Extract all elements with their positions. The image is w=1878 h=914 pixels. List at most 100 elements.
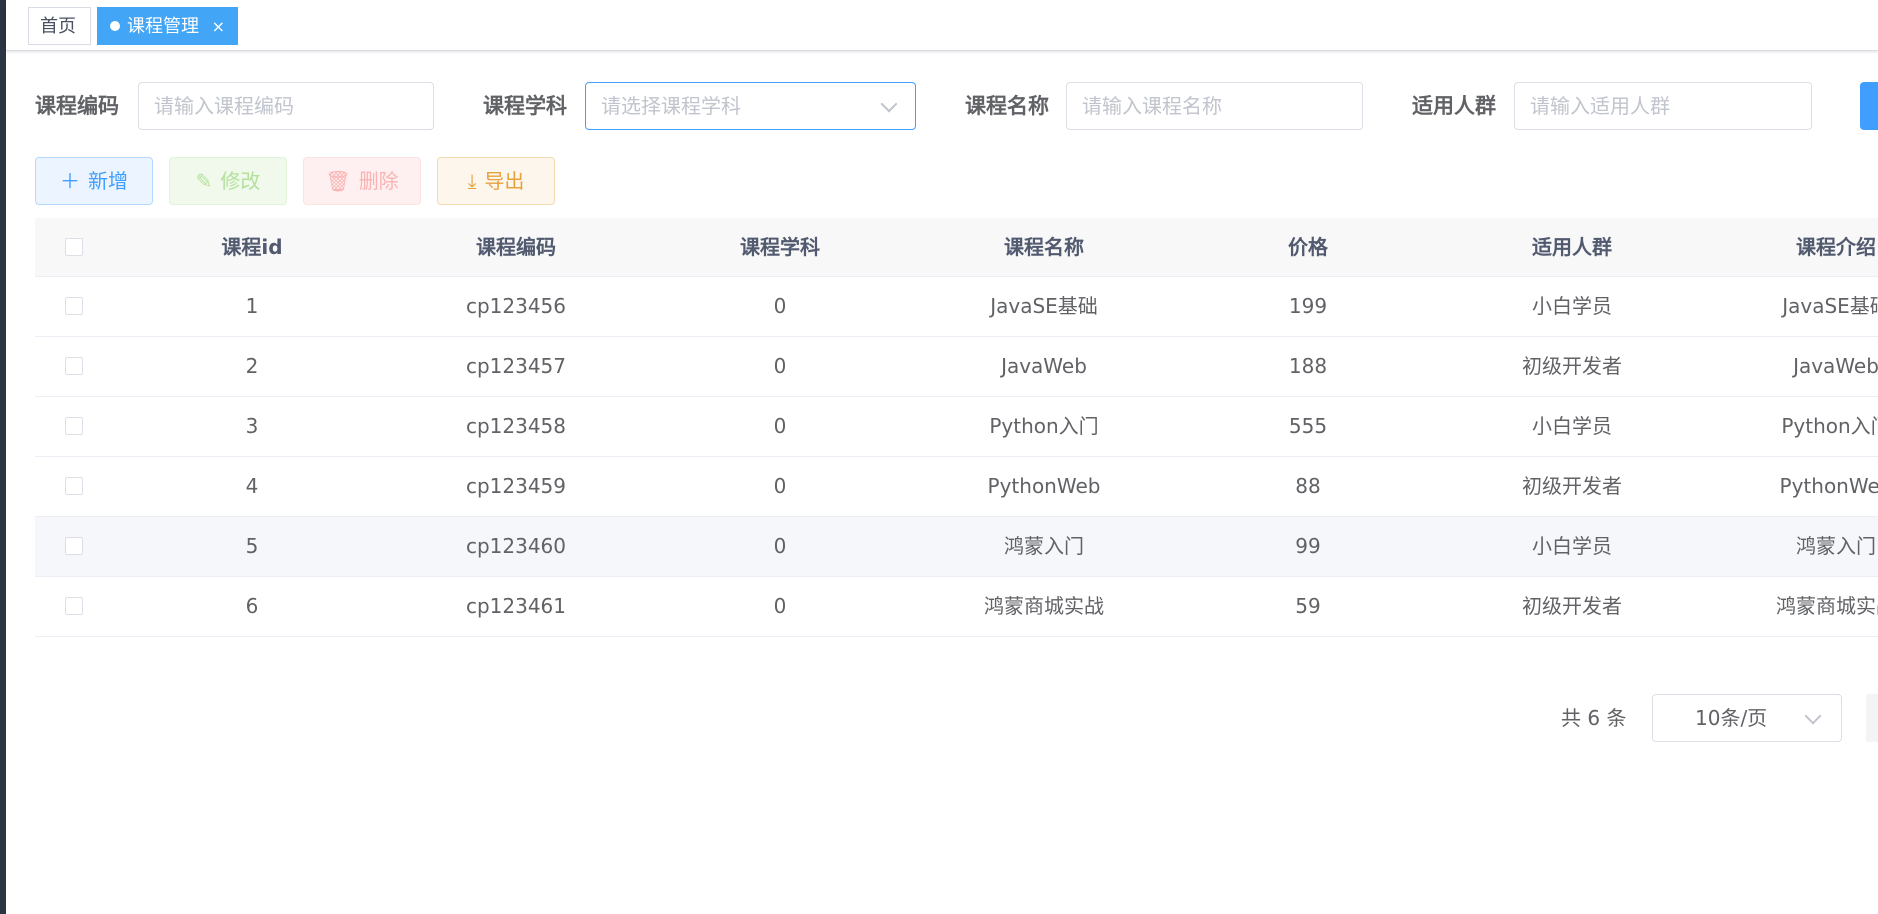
row-checkbox[interactable] [65, 417, 83, 435]
table-header: 课程id 课程编码 课程学科 课程名称 价格 适用人群 课程介绍 [35, 218, 1878, 277]
row-checkbox[interactable] [65, 597, 83, 615]
page-size-select[interactable]: 10条/页 [1652, 694, 1842, 742]
course-code-input[interactable]: 请输入课程编码 [138, 82, 434, 130]
add-label: 新增 [88, 169, 128, 193]
row-checkbox[interactable] [65, 297, 83, 315]
course-name-placeholder: 请输入课程名称 [1082, 94, 1222, 118]
chevron-down-icon [1804, 707, 1822, 725]
table-cell: 3 [245, 414, 259, 438]
select-all-checkbox[interactable] [65, 238, 83, 256]
table-cell: 0 [773, 414, 787, 438]
table-cell: 0 [773, 294, 787, 318]
column-header[interactable]: 课程名称 [948, 218, 1140, 276]
sidebar-edge [0, 0, 6, 914]
column-header[interactable]: 课程编码 [420, 218, 612, 276]
table-cell: 0 [773, 594, 787, 618]
table-row[interactable]: 6 cp123461 0 鸿蒙商城实战 59 初级开发者 鸿蒙商城实战 [35, 577, 1878, 637]
table-cell: 0 [773, 474, 787, 498]
table-cell: 鸿蒙入门 [1796, 534, 1876, 558]
course-code-label: 课程编码 [35, 94, 119, 118]
table-row[interactable]: 1 cp123456 0 JavaSE基础 199 小白学员 JavaSE基础 [35, 277, 1878, 337]
course-name-label: 课程名称 [965, 94, 1049, 118]
table-cell: 0 [773, 534, 787, 558]
chevron-down-icon [880, 95, 898, 113]
table-cell: 555 [1288, 414, 1328, 438]
course-code-placeholder: 请输入课程编码 [154, 94, 294, 118]
table-cell: 59 [1295, 594, 1321, 618]
table-cell: 鸿蒙商城实战 [984, 594, 1104, 618]
table-cell: cp123461 [465, 594, 567, 618]
tags-view-bar: 首页 课程管理 × [6, 0, 1878, 51]
row-checkbox[interactable] [65, 537, 83, 555]
active-dot-icon [110, 21, 120, 31]
table-cell: 199 [1288, 294, 1328, 318]
edit-button[interactable]: ✎ 修改 [169, 157, 287, 205]
table-cell: 初级开发者 [1522, 354, 1622, 378]
tag-home-label: 首页 [40, 16, 76, 37]
table-cell: 小白学员 [1532, 534, 1612, 558]
table-cell: JavaWeb [1793, 354, 1878, 378]
add-button[interactable]: ＋ 新增 [35, 157, 153, 205]
table-cell: 1 [245, 294, 259, 318]
table-cell: cp123457 [465, 354, 567, 378]
table-cell: 188 [1288, 354, 1328, 378]
table-cell: 0 [773, 354, 787, 378]
table-cell: cp123458 [465, 414, 567, 438]
tag-course-label: 课程管理 [127, 16, 199, 37]
column-header[interactable]: 课程学科 [684, 218, 876, 276]
prev-page-button[interactable] [1866, 694, 1878, 742]
table-cell: 99 [1295, 534, 1321, 558]
row-checkbox[interactable] [65, 477, 83, 495]
edit-label: 修改 [220, 169, 261, 193]
table-cell: JavaSE基础 [990, 294, 1098, 318]
table-cell: 初级开发者 [1522, 474, 1622, 498]
export-label: 导出 [484, 169, 525, 193]
course-subject-label: 课程学科 [483, 94, 567, 118]
delete-button[interactable]: 🗑 删除 [303, 157, 421, 205]
course-table: 课程id 课程编码 课程学科 课程名称 价格 适用人群 课程介绍 1 cp123… [35, 218, 1878, 637]
trash-icon: 🗑 [325, 169, 351, 193]
table-cell: 鸿蒙商城实战 [1776, 594, 1878, 618]
course-subject-placeholder: 请选择课程学科 [601, 94, 741, 118]
pagination-total: 共 6 条 [1561, 706, 1627, 730]
table-cell: 5 [245, 534, 259, 558]
table-row[interactable]: 4 cp123459 0 PythonWeb 88 初级开发者 PythonWe… [35, 457, 1878, 517]
table-row[interactable]: 2 cp123457 0 JavaWeb 188 初级开发者 JavaWeb [35, 337, 1878, 397]
table-cell: 初级开发者 [1522, 594, 1622, 618]
export-button[interactable]: ⤓ 导出 [437, 157, 555, 205]
table-row[interactable]: 5 cp123460 0 鸿蒙入门 99 小白学员 鸿蒙入门 [35, 517, 1878, 577]
table-cell: Python入门 [1781, 414, 1878, 438]
column-header[interactable]: 课程id [156, 218, 348, 276]
table-cell: 88 [1295, 474, 1321, 498]
delete-label: 删除 [358, 169, 399, 193]
table-cell: JavaWeb [1001, 354, 1087, 378]
table-cell: 4 [245, 474, 259, 498]
search-button[interactable] [1860, 82, 1878, 130]
table-cell: JavaSE基础 [1782, 294, 1878, 318]
column-header[interactable]: 适用人群 [1476, 218, 1668, 276]
course-subject-select[interactable]: 请选择课程学科 [585, 82, 916, 130]
column-header[interactable]: 课程介绍 [1740, 218, 1878, 276]
table-cell: Python入门 [989, 414, 1099, 438]
target-crowd-placeholder: 请输入适用人群 [1530, 94, 1670, 118]
page-size-value: 10条/页 [1695, 706, 1768, 730]
table-cell: 2 [245, 354, 259, 378]
table-cell: 小白学员 [1532, 294, 1612, 318]
column-header[interactable]: 价格 [1212, 218, 1404, 276]
table-cell: PythonWeb [1779, 474, 1878, 498]
edit-icon: ✎ [195, 169, 213, 193]
download-icon: ⤓ [467, 169, 477, 193]
tag-course-management[interactable]: 课程管理 × [97, 7, 238, 45]
table-cell: PythonWeb [987, 474, 1101, 498]
table-cell: cp123460 [465, 534, 567, 558]
table-cell: 小白学员 [1532, 414, 1612, 438]
table-row[interactable]: 3 cp123458 0 Python入门 555 小白学员 Python入门 [35, 397, 1878, 457]
target-crowd-input[interactable]: 请输入适用人群 [1514, 82, 1812, 130]
close-icon[interactable]: × [212, 8, 225, 46]
row-checkbox[interactable] [65, 357, 83, 375]
plus-icon: ＋ [60, 169, 80, 193]
course-name-input[interactable]: 请输入课程名称 [1066, 82, 1363, 130]
tag-home[interactable]: 首页 [28, 7, 91, 45]
table-cell: cp123459 [465, 474, 567, 498]
table-cell: cp123456 [465, 294, 567, 318]
